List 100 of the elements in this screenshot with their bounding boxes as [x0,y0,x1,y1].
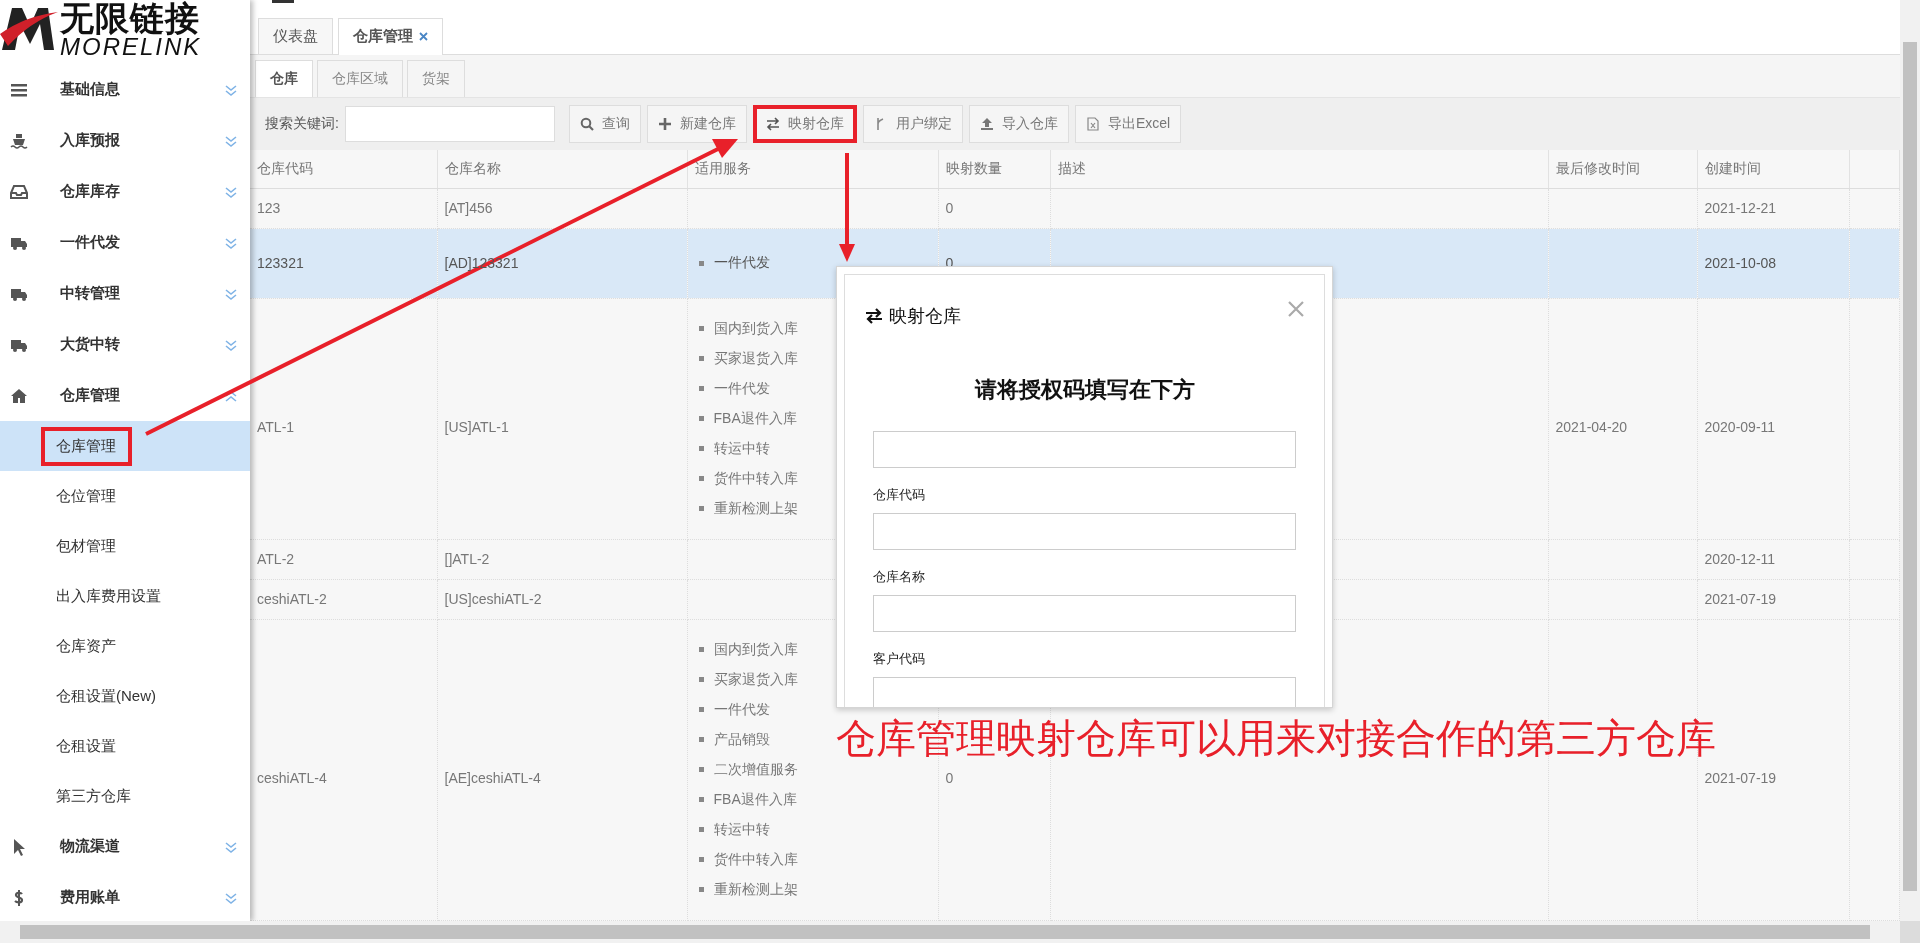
table-cell: 2021-07-19 [1697,579,1849,620]
list-item: 重新检测上架 [713,500,798,518]
toolbar-button[interactable]: 导出Excel [1074,105,1182,144]
list-item: 转运中转 [713,821,770,839]
sidebar-item[interactable]: 仓库库存 [0,166,250,217]
bullet-icon [698,677,704,683]
column-header[interactable]: 仓库名称 [437,150,687,189]
sidebar-item[interactable]: 一件代发 [0,217,250,268]
tab[interactable]: 仪表盘 [258,17,333,54]
table-cell: ceshiATL-4 [250,619,437,921]
list-item: 买家退货入库 [713,671,798,689]
bullet-icon [698,767,704,773]
bullet-icon [698,827,704,833]
sidebar-item[interactable]: 仓库管理 [0,370,250,421]
list-item: FBA退件入库 [713,410,797,428]
sidebar-item[interactable]: 基础信息 [0,64,250,115]
input-field[interactable] [873,431,1296,468]
sidebar-item[interactable]: 费用账单 [0,872,250,921]
field-label: 客户代码 [873,650,926,668]
bullet-icon [698,707,704,713]
bullet-icon [698,326,704,332]
list-item: 产品销毁 [713,731,770,749]
column-header[interactable]: 描述 [1050,150,1548,189]
double-chevron-down-icon [224,235,238,250]
bullet-icon [698,386,704,392]
bullet-icon [698,506,704,512]
input-field[interactable] [873,595,1296,632]
sidebar-item[interactable]: 出入库费用设置 [0,571,250,621]
table-cell: ATL-2 [250,539,437,580]
list-item: 买家退货入库 [713,350,798,368]
bullet-icon [698,887,704,893]
column-header[interactable]: 创建时间 [1697,150,1849,189]
input-field[interactable] [873,677,1296,707]
logo-text: 无限链接 [60,0,200,36]
bullet-icon [698,446,704,452]
bullet-icon [698,476,704,482]
menu-icon[interactable] [272,0,294,3]
sidebar-item[interactable]: 仓租设置 [0,721,250,771]
field-label: 仓库代码 [873,486,926,504]
sidebar-item[interactable]: 仓租设置(New) [0,671,250,721]
tab[interactable]: 仓库管理 [338,17,443,55]
sidebar-item[interactable]: 大货中转 [0,319,250,370]
table-cell: ceshiATL-2 [250,579,437,620]
double-chevron-down-icon [224,890,238,905]
table-cell: [US]ceshiATL-2 [437,579,687,620]
toolbar-button[interactable]: 映射仓库 [752,105,857,144]
list-item: 一件代发 [713,254,770,273]
list-item: 二次增值服务 [713,761,798,779]
search-icon [579,117,594,132]
tab[interactable]: 仓库 [255,59,313,98]
table-cell: []ATL-2 [437,539,687,580]
column-header[interactable]: 映射数量 [938,150,1050,189]
sidebar-item[interactable]: 仓库管理 [0,421,250,471]
table-cell: 123321 [250,228,437,299]
home-icon [10,386,28,405]
input-field[interactable] [873,513,1296,550]
swap-arrows-icon [765,117,780,132]
table-row[interactable]: 123 [AT]456 0 2021-12-21 [250,188,1900,229]
double-chevron-down-icon [224,286,238,301]
list-item: 转运中转 [713,440,770,458]
plus-icon [657,117,672,132]
sidebar-item[interactable]: 入库预报 [0,115,250,166]
search-field[interactable] [344,106,555,143]
toolbar-button[interactable]: 导入仓库 [968,105,1069,144]
sidebar-item[interactable]: 包材管理 [0,521,250,571]
list-item: 一件代发 [713,701,770,719]
vertical-scrollbar[interactable] [1900,0,1920,921]
column-header[interactable]: 仓库代码 [250,150,437,189]
toolbar-button[interactable]: 新建仓库 [646,105,747,144]
bullet-icon [698,857,704,863]
spreadsheet-file-icon [1085,117,1100,132]
double-chevron-down-icon [224,337,238,352]
table-cell: [AT]456 [437,188,687,229]
table-cell: 2020-09-11 [1697,298,1849,540]
close-icon [419,32,428,42]
column-header[interactable]: 适用服务 [687,150,938,189]
sidebar-item[interactable]: 仓位管理 [0,471,250,521]
double-chevron-down-icon [224,133,238,148]
table-cell: 2020-12-11 [1697,539,1849,580]
ship-icon [10,131,28,150]
list-item: 货件中转入库 [713,470,798,488]
sidebar-item[interactable]: 第三方仓库 [0,771,250,821]
toolbar-button[interactable]: 查询 [568,105,641,144]
sidebar-item[interactable]: 仓库资产 [0,621,250,671]
toolbar-button[interactable]: 用户绑定 [862,105,963,144]
sidebar-item[interactable]: 物流渠道 [0,821,250,872]
horizontal-scrollbar[interactable] [0,921,1900,943]
bullet-icon [698,797,704,803]
table-cell: [US]ATL-1 [437,298,687,540]
column-header[interactable]: 最后修改时间 [1548,150,1697,189]
list-item: FBA退件入库 [713,791,797,809]
bullet-icon [698,737,704,743]
dialog-heading: 请将授权码填写在下方 [973,376,1196,404]
double-chevron-down-icon [224,839,238,854]
list-item: 国内到货入库 [713,320,798,338]
list-item: 国内到货入库 [713,641,798,659]
sidebar-item[interactable]: 中转管理 [0,268,250,319]
double-chevron-down-icon [224,184,238,199]
bullet-icon [698,356,704,362]
table-cell: 123 [250,188,437,229]
